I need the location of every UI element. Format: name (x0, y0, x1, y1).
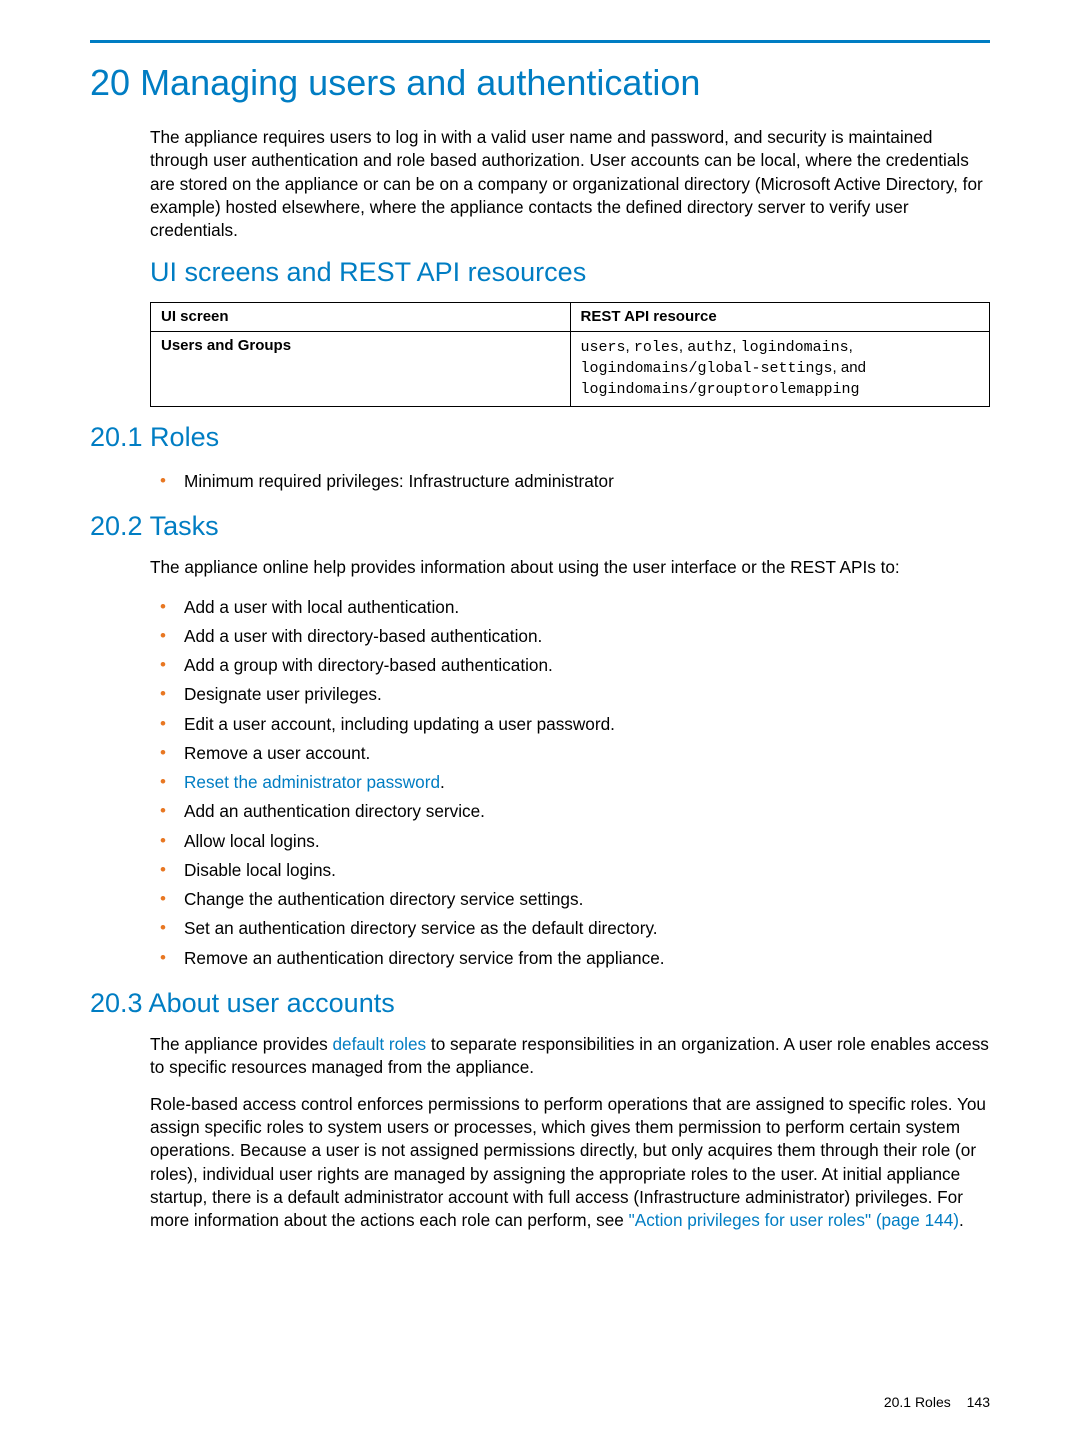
intro-paragraph: The appliance requires users to log in w… (150, 126, 990, 242)
list-item: Designate user privileges. (150, 680, 990, 709)
list-item: Allow local logins. (150, 827, 990, 856)
about-heading: 20.3 About user accounts (90, 987, 990, 1021)
roles-block: Minimum required privileges: Infrastruct… (150, 467, 990, 496)
chapter-number: 20 (90, 62, 130, 103)
list-item: Reset the administrator password. (150, 768, 990, 797)
about-p2: Role-based access control enforces permi… (150, 1093, 990, 1232)
footer-section: 20.1 Roles (884, 1394, 951, 1410)
footer-page-number: 143 (967, 1394, 990, 1410)
tasks-intro: The appliance online help provides infor… (150, 556, 990, 579)
chapter-title: 20 Managing users and authentication (90, 61, 990, 104)
page: 20 Managing users and authentication The… (0, 0, 1080, 1438)
page-footer: 20.1 Roles 143 (884, 1394, 990, 1410)
tasks-block: The appliance online help provides infor… (150, 556, 990, 973)
list-item: Remove an authentication directory servi… (150, 944, 990, 973)
ui-rest-table: UI screen REST API resource Users and Gr… (150, 302, 990, 407)
ui-rest-heading: UI screens and REST API resources (150, 256, 990, 290)
table-cell-ui: Users and Groups (151, 332, 571, 407)
list-item: Edit a user account, including updating … (150, 710, 990, 739)
list-item: Disable local logins. (150, 856, 990, 885)
intro-block: The appliance requires users to log in w… (150, 126, 990, 407)
tasks-heading: 20.2 Tasks (90, 510, 990, 544)
roles-heading: 20.1 Roles (90, 421, 990, 455)
table-header-row: UI screen REST API resource (151, 303, 990, 332)
table-header-ui: UI screen (151, 303, 571, 332)
table-header-rest: REST API resource (570, 303, 990, 332)
table-row: Users and Groups users, roles, authz, lo… (151, 332, 990, 407)
roles-list: Minimum required privileges: Infrastruct… (150, 467, 990, 496)
list-item: Add an authentication directory service. (150, 797, 990, 826)
tasks-list: Add a user with local authentication. Ad… (150, 593, 990, 973)
list-item: Add a user with local authentication. (150, 593, 990, 622)
list-item: Minimum required privileges: Infrastruct… (150, 467, 990, 496)
default-roles-link[interactable]: default roles (333, 1034, 427, 1054)
list-item: Add a user with directory-based authenti… (150, 622, 990, 651)
list-item: Set an authentication directory service … (150, 914, 990, 943)
action-privileges-link[interactable]: "Action privileges for user roles" (page… (629, 1210, 959, 1230)
reset-admin-password-link[interactable]: Reset the administrator password (184, 772, 440, 792)
list-item: Change the authentication directory serv… (150, 885, 990, 914)
table-cell-rest: users, roles, authz, logindomains, login… (570, 332, 990, 407)
list-item: Remove a user account. (150, 739, 990, 768)
about-block: The appliance provides default roles to … (150, 1033, 990, 1233)
top-rule (90, 40, 990, 43)
chapter-name: Managing users and authentication (140, 62, 700, 103)
list-item: Add a group with directory-based authent… (150, 651, 990, 680)
about-p1: The appliance provides default roles to … (150, 1033, 990, 1079)
